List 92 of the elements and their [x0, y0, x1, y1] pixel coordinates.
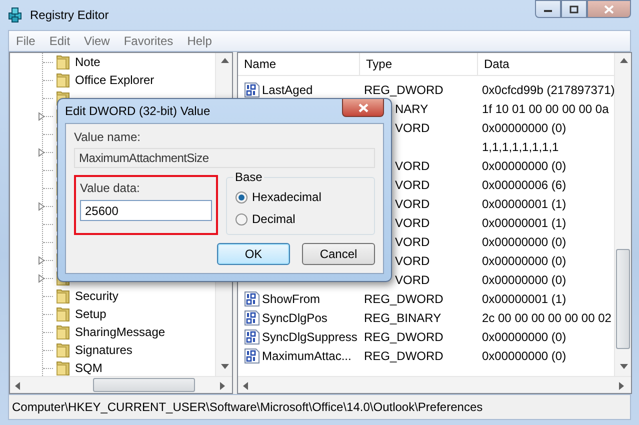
folder-icon: [56, 54, 70, 70]
column-header[interactable]: Name: [238, 53, 360, 75]
value-name-field: MaximumAttachmentSize: [74, 148, 375, 168]
value-type: REG_DWORD: [364, 330, 444, 344]
radio-button[interactable]: [235, 190, 248, 204]
value-type: REG_DWORD: [364, 82, 444, 96]
binary-value-icon: [244, 290, 260, 306]
scroll-up-arrow-icon[interactable]: [220, 57, 228, 66]
value-type: VORD: [395, 216, 430, 230]
value-data: 1f 10 01 00 00 00 00 0a: [482, 102, 609, 116]
value-type: NARY: [395, 102, 428, 116]
value-type: VORD: [395, 234, 430, 248]
value-name[interactable]: ShowFrom: [262, 292, 320, 306]
scroll-left-arrow-icon[interactable]: [14, 380, 23, 390]
value-name[interactable]: SyncDlgPos: [262, 310, 328, 324]
menu-item[interactable]: View: [77, 34, 117, 48]
value-name[interactable]: SyncDlgSuppress: [262, 330, 358, 344]
close-icon: [604, 4, 614, 14]
dialog-button[interactable]: Cancel: [302, 243, 375, 265]
expand-arrow-icon[interactable]: [38, 112, 45, 121]
value-name-label: Value name:: [74, 130, 142, 144]
value-data: 0x00000001 (1): [482, 216, 566, 230]
status-bar-path: Computer\HKEY_CURRENT_USER\Software\Microsoft\Office\14.0\Outlook\Preferences: [12, 400, 483, 414]
tree-item[interactable]: Security: [10, 287, 215, 305]
scroll-up-arrow-icon[interactable]: [618, 57, 628, 66]
tree-item[interactable]: Office Explorer: [10, 71, 215, 89]
folder-icon: [56, 306, 70, 322]
close-icon: [358, 102, 368, 112]
value-data: 0x00000000 (0): [482, 254, 566, 268]
menu-item[interactable]: Favorites: [116, 34, 180, 48]
value-type: VORD: [395, 196, 430, 210]
value-data: 0x00000001 (1): [482, 196, 566, 210]
menu-item[interactable]: File: [9, 34, 42, 48]
binary-value-icon: [244, 310, 260, 326]
horizontal-scrollbar[interactable]: [10, 376, 232, 393]
scroll-left-arrow-icon[interactable]: [242, 380, 251, 390]
value-type: VORD: [395, 272, 430, 286]
dialog-button[interactable]: OK: [217, 243, 290, 265]
binary-value-icon: [244, 82, 260, 98]
binary-value-icon: [244, 328, 260, 344]
binary-value-icon: [244, 348, 260, 364]
maximize-icon: [569, 4, 579, 14]
value-type: VORD: [395, 178, 430, 192]
vertical-scrollbar[interactable]: [614, 53, 631, 376]
value-data: 0x00000001 (1): [482, 292, 566, 306]
value-data-field[interactable]: 25600: [80, 200, 212, 221]
value-type: REG_DWORD: [364, 348, 444, 362]
value-data: 1,1,1,1,1,1,1,1: [482, 140, 559, 154]
expand-arrow-icon[interactable]: [38, 202, 45, 211]
value-data: 0x00000000 (0): [482, 158, 566, 172]
value-data-label: Value data:: [80, 181, 140, 195]
folder-icon: [56, 72, 70, 88]
value-data: 0x00000000 (0): [482, 234, 566, 248]
horizontal-scrollbar[interactable]: [238, 376, 631, 393]
menu-item[interactable]: Help: [180, 34, 219, 48]
folder-icon: [56, 342, 70, 358]
expand-arrow-icon[interactable]: [38, 148, 45, 157]
value-data: 0x00000006 (6): [482, 178, 566, 192]
folder-icon: [56, 324, 70, 340]
value-type: REG_BINARY: [364, 310, 442, 324]
value-type: VORD: [395, 254, 430, 268]
registry-cubes-icon: [8, 7, 24, 23]
menu-item[interactable]: Edit: [42, 34, 78, 48]
close-button[interactable]: [342, 99, 384, 117]
value-type: VORD: [395, 158, 430, 172]
value-data: 0x0cfcd99b (217897371): [482, 82, 614, 96]
value-data: 0x00000000 (0): [482, 330, 566, 344]
tree-item[interactable]: Note: [10, 53, 215, 71]
value-type: REG_DWORD: [364, 292, 444, 306]
window-title: Registry Editor: [30, 8, 109, 22]
value-type: VORD: [395, 120, 430, 134]
radio-label[interactable]: Decimal: [252, 212, 296, 226]
tree-item[interactable]: SQM: [10, 359, 215, 376]
value-data: 0x00000000 (0): [482, 272, 566, 286]
tree-item[interactable]: SharingMessage: [10, 323, 215, 341]
value-data: 0x00000000 (0): [482, 120, 566, 134]
minimize-button[interactable]: [535, 0, 561, 18]
dialog-title: Edit DWORD (32-bit) Value: [65, 104, 210, 118]
column-header[interactable]: Type: [360, 53, 478, 75]
value-name[interactable]: LastAged: [262, 82, 313, 96]
tree-item[interactable]: Signatures: [10, 341, 215, 359]
value-data: 2c 00 00 00 00 00 00 02: [482, 310, 612, 324]
base-label: Base: [233, 170, 264, 184]
tree-item[interactable]: Setup: [10, 305, 215, 323]
radio-button[interactable]: [235, 212, 248, 226]
value-name[interactable]: MaximumAttac...: [262, 348, 352, 362]
folder-icon: [56, 360, 70, 376]
close-button[interactable]: [587, 0, 631, 18]
folder-icon: [56, 288, 70, 304]
radio-label[interactable]: Hexadecimal: [252, 190, 322, 204]
value-data: 0x00000000 (0): [482, 348, 566, 362]
maximize-button[interactable]: [561, 0, 587, 18]
